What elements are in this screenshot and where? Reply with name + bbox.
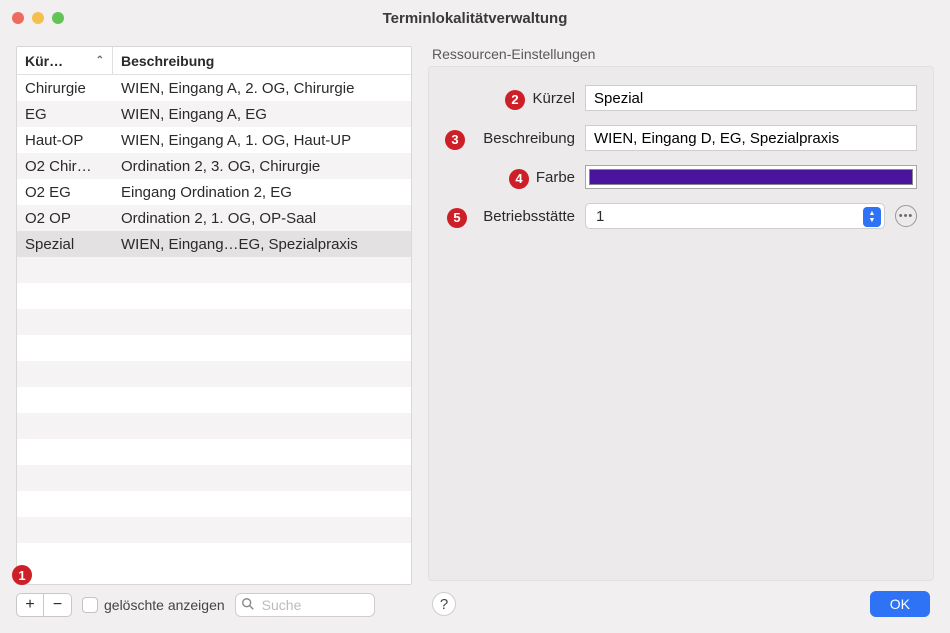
remove-button[interactable]: − <box>44 593 72 617</box>
right-pane: Ressourcen-Einstellungen 2 Kürzel 3 Besc… <box>428 46 934 617</box>
table-row[interactable]: O2 Chir…Ordination 2, 3. OG, Chirurgie <box>17 153 411 179</box>
select-stepper-icon: ▲▼ <box>863 207 881 227</box>
table-body: ChirurgieWIEN, Eingang A, 2. OG, Chirurg… <box>17 75 411 584</box>
table-row <box>17 439 411 465</box>
table-row[interactable]: SpezialWIEN, Eingang…EG, Spezialpraxis <box>17 231 411 257</box>
cell-kuerzel: Spezial <box>17 236 113 253</box>
table-row[interactable]: EGWIEN, Eingang A, EG <box>17 101 411 127</box>
ok-label: OK <box>890 596 910 612</box>
traffic-lights <box>12 12 64 24</box>
col-header-kuerzel[interactable]: Kür… ⌃ <box>17 47 113 74</box>
cell-beschreibung: WIEN, Eingang A, EG <box>113 106 411 123</box>
beschreibung-input[interactable] <box>585 125 917 151</box>
row-betriebsstaette: 5 Betriebsstätte 1 ▲▼ ••• <box>445 203 917 229</box>
cell-kuerzel: EG <box>17 106 113 123</box>
annotation-3: 3 <box>445 130 465 150</box>
betriebsstaette-label-wrap: 5 Betriebsstätte <box>445 208 575 225</box>
row-beschreibung: 3 Beschreibung <box>445 125 917 151</box>
cell-beschreibung: WIEN, Eingang…EG, Spezialpraxis <box>113 236 411 253</box>
bottom-bar: ? OK <box>428 591 934 617</box>
betriebsstaette-wrap: 1 ▲▼ ••• <box>585 203 917 229</box>
table-row[interactable]: O2 OPOrdination 2, 1. OG, OP-Saal <box>17 205 411 231</box>
annotation-1: 1 <box>12 565 32 585</box>
annotation-4: 4 <box>509 169 529 189</box>
annotation-2: 2 <box>505 90 525 110</box>
table-row <box>17 361 411 387</box>
table-row <box>17 491 411 517</box>
table-row[interactable]: ChirurgieWIEN, Eingang A, 2. OG, Chirurg… <box>17 75 411 101</box>
table-row <box>17 413 411 439</box>
cell-beschreibung: Eingang Ordination 2, EG <box>113 184 411 201</box>
help-button[interactable]: ? <box>432 592 456 616</box>
table-row <box>17 309 411 335</box>
beschreibung-label-wrap: 3 Beschreibung <box>445 130 575 147</box>
table-row[interactable]: Haut-OPWIEN, Eingang A, 1. OG, Haut-UP <box>17 127 411 153</box>
annotation-5: 5 <box>447 208 467 228</box>
help-icon: ? <box>440 596 448 613</box>
sort-ascending-icon: ⌃ <box>96 55 104 66</box>
table-row <box>17 543 411 569</box>
row-kuerzel: 2 Kürzel <box>445 85 917 111</box>
show-deleted-checkbox[interactable]: gelöschte anzeigen <box>82 597 225 613</box>
table-row <box>17 387 411 413</box>
search-wrap <box>235 593 375 617</box>
table-header: Kür… ⌃ Beschreibung <box>17 47 411 75</box>
farbe-label: Farbe <box>536 169 575 186</box>
minimize-window-button[interactable] <box>32 12 44 24</box>
kuerzel-label-wrap: 2 Kürzel <box>445 90 575 107</box>
cell-kuerzel: O2 OP <box>17 210 113 227</box>
col-header-kuerzel-label: Kür… <box>25 53 63 69</box>
beschreibung-label: Beschreibung <box>483 130 575 147</box>
add-button[interactable]: + <box>16 593 44 617</box>
show-deleted-label: gelöschte anzeigen <box>104 597 225 613</box>
cell-kuerzel: Chirurgie <box>17 80 113 97</box>
plus-icon: + <box>25 597 34 613</box>
col-header-beschreibung[interactable]: Beschreibung <box>113 47 411 74</box>
kuerzel-input[interactable] <box>585 85 917 111</box>
search-input[interactable] <box>235 593 375 617</box>
table-row <box>17 283 411 309</box>
cell-kuerzel: O2 Chir… <box>17 158 113 175</box>
window-title: Terminlokalitätverwaltung <box>0 10 950 27</box>
ok-button[interactable]: OK <box>870 591 930 617</box>
table-row <box>17 335 411 361</box>
titlebar: Terminlokalitätverwaltung <box>0 0 950 36</box>
cell-beschreibung: WIEN, Eingang A, 2. OG, Chirurgie <box>113 80 411 97</box>
zoom-window-button[interactable] <box>52 12 64 24</box>
row-farbe: 4 Farbe <box>445 165 917 189</box>
cell-beschreibung: Ordination 2, 3. OG, Chirurgie <box>113 158 411 175</box>
farbe-label-wrap: 4 Farbe <box>445 169 575 186</box>
table-row[interactable]: O2 EGEingang Ordination 2, EG <box>17 179 411 205</box>
color-swatch <box>589 169 913 185</box>
settings-section-title: Ressourcen-Einstellungen <box>428 46 934 66</box>
farbe-colorwell[interactable] <box>585 165 917 189</box>
betriebsstaette-label: Betriebsstätte <box>483 208 575 225</box>
betriebsstaette-select[interactable]: 1 ▲▼ <box>585 203 885 229</box>
kuerzel-label: Kürzel <box>532 90 575 107</box>
ellipsis-icon: ••• <box>899 210 914 222</box>
table-row <box>17 465 411 491</box>
close-window-button[interactable] <box>12 12 24 24</box>
cell-beschreibung: Ordination 2, 1. OG, OP-Saal <box>113 210 411 227</box>
left-footer: + − gelöschte anzeigen <box>16 593 412 617</box>
add-remove-group: + − <box>16 593 72 617</box>
col-header-beschreibung-label: Beschreibung <box>121 53 214 69</box>
cell-beschreibung: WIEN, Eingang A, 1. OG, Haut-UP <box>113 132 411 149</box>
settings-box: 2 Kürzel 3 Beschreibung 4 Farbe <box>428 66 934 581</box>
search-icon <box>241 597 255 611</box>
table-row <box>17 257 411 283</box>
cell-kuerzel: O2 EG <box>17 184 113 201</box>
minus-icon: − <box>53 597 62 613</box>
locality-table: Kür… ⌃ Beschreibung ChirurgieWIEN, Einga… <box>16 46 412 585</box>
content-area: 1 Kür… ⌃ Beschreibung ChirurgieWIEN, Ein… <box>0 36 950 633</box>
betriebsstaette-value: 1 <box>596 208 604 225</box>
checkbox-icon <box>82 597 98 613</box>
left-pane: 1 Kür… ⌃ Beschreibung ChirurgieWIEN, Ein… <box>16 46 412 617</box>
table-row <box>17 517 411 543</box>
cell-kuerzel: Haut-OP <box>17 132 113 149</box>
betriebsstaette-more-button[interactable]: ••• <box>895 205 917 227</box>
